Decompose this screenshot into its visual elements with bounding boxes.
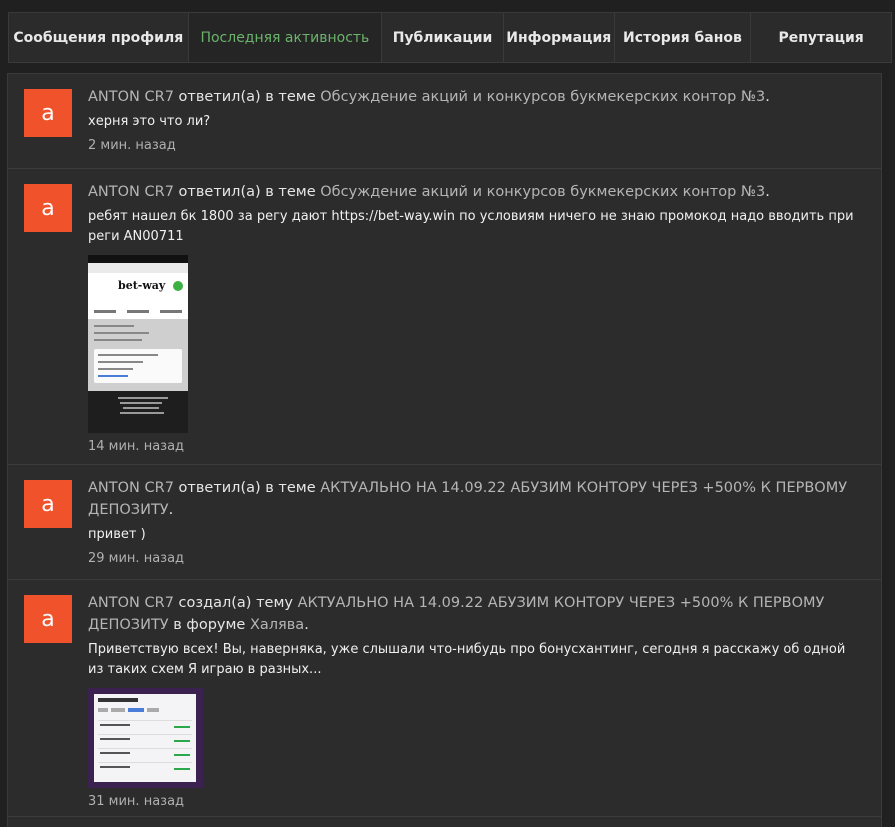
action-text: ответил(а) в теме <box>173 184 321 200</box>
avatar[interactable]: a <box>24 89 72 137</box>
headline-suffix: . <box>765 89 770 105</box>
username-link[interactable]: ANTON CR7 <box>88 184 174 200</box>
tab-postings[interactable]: Публикации <box>382 13 504 62</box>
avatar[interactable]: a <box>24 480 72 528</box>
post-snippet: ребят нашел бк 1800 за регу дают https:/… <box>88 209 854 244</box>
thumb-logo: bet-way <box>118 279 166 292</box>
post-snippet: привет ) <box>88 527 146 542</box>
thread-link[interactable]: Обсуждение акций и конкурсов букмекерски… <box>320 89 765 105</box>
activity-headline: ANTON CR7 ответил(а) в теме Обсуждение а… <box>88 86 861 108</box>
action-text: ответил(а) в теме <box>173 480 321 496</box>
activity-item: a ANTON CR7 ответил(а) в теме Обсуждение… <box>8 169 881 465</box>
activity-headline: ANTON CR7 ответил(а) в теме АКТУАЛЬНО НА… <box>88 477 861 521</box>
tab-profile-posts[interactable]: Сообщения профиля <box>9 13 189 62</box>
thumb-footer <box>88 391 188 433</box>
activity-headline: ANTON CR7 ответил(а) в теме Обсуждение а… <box>88 181 861 203</box>
action-text: ответил(а) в теме <box>173 89 321 105</box>
attachment-thumbnail[interactable]: bet-way <box>88 255 188 433</box>
thumb-user-icon <box>173 281 183 291</box>
tab-about[interactable]: Информация <box>504 13 615 62</box>
headline-suffix: . <box>168 502 174 518</box>
activity-content: ANTON CR7 ответил(а) в теме АКТУАЛЬНО НА… <box>88 477 861 566</box>
thumb-url-bar <box>88 263 188 273</box>
activity-content: ANTON CR7 ответил(а) в теме Обсуждение а… <box>88 181 861 454</box>
thumb-panel <box>94 694 196 782</box>
thumb-tabs <box>88 306 188 316</box>
timestamp[interactable]: 29 мин. назад <box>88 551 861 566</box>
headline-suffix: . <box>765 184 770 200</box>
attachment-thumbnail[interactable] <box>88 688 203 788</box>
activity-content: ANTON CR7 создал(а) тему АКТУАЛЬНО НА 14… <box>88 592 861 809</box>
forum-link[interactable]: Халява <box>250 617 304 633</box>
thumb-header: bet-way <box>88 273 188 319</box>
avatar[interactable]: a <box>24 184 72 232</box>
activity-item: a ANTON CR7 ответил(а) в теме Обсуждение… <box>8 74 881 169</box>
avatar[interactable]: a <box>24 595 72 643</box>
headline-suffix: . <box>304 617 309 633</box>
activity-item: a ANTON CR7 ответил(а) в теме АКТУАЛЬНО … <box>8 465 881 580</box>
tab-ban-history[interactable]: История банов <box>615 13 752 62</box>
username-link[interactable]: ANTON CR7 <box>88 89 174 105</box>
post-snippet: херня это что ли? <box>88 114 211 129</box>
thread-link[interactable]: Обсуждение акций и конкурсов букмекерски… <box>320 184 765 200</box>
post-snippet: Приветствую всех! Вы, наверняка, уже слы… <box>88 642 846 677</box>
timestamp[interactable]: 31 мин. назад <box>88 794 861 809</box>
activity-content: ANTON CR7 ответил(а) в теме Обсуждение а… <box>88 86 861 153</box>
tab-latest-activity[interactable]: Последняя активность <box>188 13 383 62</box>
timestamp[interactable]: 2 мин. назад <box>88 138 861 153</box>
profile-tabs: Сообщения профиля Последняя активность П… <box>8 12 892 63</box>
forum-prefix: в форуме <box>168 617 250 633</box>
thumb-status-bar <box>88 255 188 263</box>
thumb-bet-area <box>88 319 188 391</box>
username-link[interactable]: ANTON CR7 <box>88 480 174 496</box>
action-text: создал(а) тему <box>173 595 298 611</box>
timestamp[interactable]: 14 мин. назад <box>88 439 861 454</box>
activity-feed: a ANTON CR7 ответил(а) в теме Обсуждение… <box>7 73 882 827</box>
username-link[interactable]: ANTON CR7 <box>88 595 174 611</box>
thumb-bet-card <box>94 349 182 383</box>
activity-item: a ANTON CR7 создал(а) тему АКТУАЛЬНО НА … <box>8 580 881 817</box>
activity-headline: ANTON CR7 создал(а) тему АКТУАЛЬНО НА 14… <box>88 592 861 636</box>
tab-reputation[interactable]: Репутация <box>751 13 891 62</box>
